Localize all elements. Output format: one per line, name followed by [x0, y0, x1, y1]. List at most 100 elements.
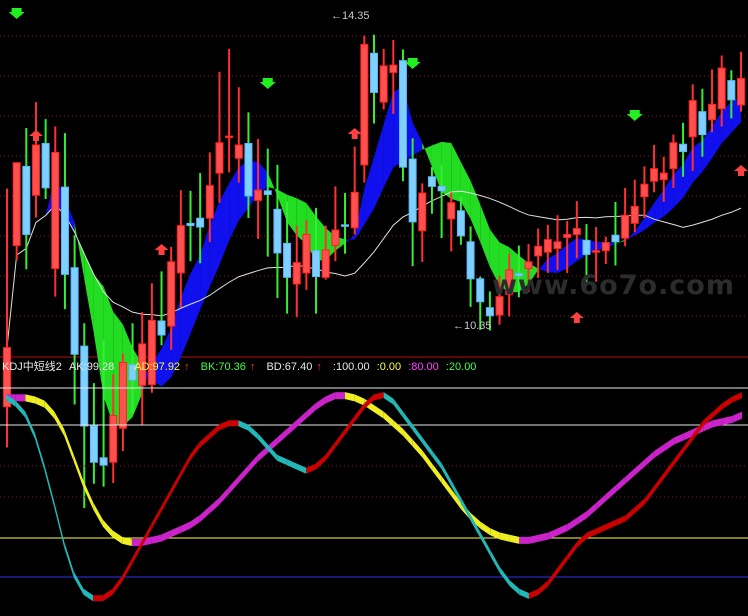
candle-body [563, 233, 572, 238]
kdj-fast-band-segment [73, 571, 84, 595]
kdj-fast-band-segment [83, 588, 94, 602]
high-price-label: ←14.35 [331, 10, 370, 22]
candle-body [427, 176, 436, 187]
candle-body [601, 242, 610, 252]
candle-body [370, 52, 378, 93]
candle-body [70, 267, 79, 355]
candle-body [360, 43, 369, 166]
kdj-fast-band-segment [645, 485, 655, 504]
kdj-slow-band-segment [325, 392, 336, 404]
ma-ribbon-segment [663, 174, 674, 217]
legend-bk: BK:70.36 ↑ [200, 361, 256, 373]
candle-body [543, 239, 552, 253]
kdj-slow-band-segment [393, 420, 404, 436]
candle-body [167, 261, 176, 327]
chart-canvas [0, 8, 748, 602]
kdj-fast-band-segment [93, 595, 103, 602]
kdj-fast-band-segment [606, 519, 617, 530]
candle-body [12, 162, 21, 247]
kdj-fast-band-segment [15, 400, 26, 418]
candle-body [611, 234, 620, 243]
kdj-fast-band-segment [674, 446, 684, 466]
candle-body [292, 262, 301, 285]
kdj-fast-band-segment [635, 498, 646, 513]
candle-body [456, 210, 465, 237]
kdj-fast-band-segment [257, 433, 268, 450]
candle-body [147, 319, 156, 386]
sell-up-arrow-icon [154, 244, 169, 255]
kdj-slow-band-segment [538, 532, 549, 542]
kdj-fast-band-segment [664, 459, 675, 479]
kdj-slow-band-segment [257, 446, 268, 462]
candle-body [650, 168, 659, 182]
candle-body [466, 241, 475, 280]
kdj-fast-band-segment [558, 554, 568, 574]
kdj-slow-band-segment [412, 439, 423, 458]
kdj-fast-band-segment [393, 398, 404, 418]
kdj-fast-band-segment [567, 541, 578, 561]
ma-ribbon-segment [412, 122, 423, 156]
legend-ak: AK:99.28 ↑ [68, 361, 124, 373]
kdj-fast-band-segment [248, 424, 258, 440]
kdj-slow-band-segment [228, 476, 239, 495]
kdj-fast-band-segment [151, 506, 161, 530]
kdj-slow-band-segment [238, 465, 249, 484]
candle-body [157, 320, 166, 336]
kdj-fast-band-segment [480, 532, 491, 556]
kdj-fast-band-segment [354, 402, 365, 422]
ma-ribbon-segment [364, 156, 374, 225]
ma-ribbon-segment [374, 124, 384, 209]
candle-body [89, 425, 98, 463]
kdj-slow-band-segment [587, 502, 597, 518]
kdj-fast-band-segment [219, 420, 229, 431]
ma-ribbon-segment [673, 164, 684, 208]
ma-ribbon-segment [200, 225, 210, 310]
kdj-slow-band-segment [606, 485, 617, 501]
kdj-fast-band-segment [587, 528, 597, 539]
kdj-slow-band-segment [654, 444, 665, 458]
kdj-fast-band-segment [528, 588, 539, 600]
candle-body [379, 65, 388, 103]
ma-ribbon-segment [567, 238, 577, 269]
kdj-slow-band-segment [25, 394, 36, 404]
kdj-fast-band-segment [616, 515, 626, 526]
candle-body [398, 60, 407, 168]
candle-body [534, 245, 543, 257]
candle-body [553, 241, 562, 249]
candle-body [31, 144, 40, 196]
legend-l20: :20.00 [445, 361, 477, 373]
kdj-fast-band-segment [160, 489, 171, 513]
kdj-slow-band-segment [15, 394, 26, 402]
kdj-slow-band-segment [635, 459, 646, 475]
ma-ribbon-segment [383, 92, 394, 188]
ma-ribbon-segment [180, 273, 191, 358]
kdj-slow-band-segment [286, 420, 297, 436]
candle-body [737, 77, 745, 106]
candle-body [283, 242, 292, 278]
kdj-fast-band-segment [577, 532, 588, 548]
kdj-slow-band-segment [354, 394, 365, 406]
candle-body [679, 143, 688, 153]
candle-body [708, 103, 717, 121]
candle-body [582, 239, 591, 255]
candle-body [524, 261, 533, 269]
ma-ribbon-segment [480, 204, 490, 267]
kdj-slow-band-segment [219, 487, 229, 505]
legend-l0: :0.00 [376, 361, 402, 373]
kdj-fast-band-segment [509, 580, 520, 595]
sell-up-arrow-icon [569, 312, 584, 323]
indicator-title: KDJ中短线2 [2, 361, 62, 373]
kdj-slow-band-segment [306, 402, 316, 419]
candle-body [572, 228, 581, 235]
kdj-slow-band-segment [44, 400, 55, 419]
kdj-slow-band-segment [344, 392, 355, 402]
legend-bd: BD:67.40 ↑ [266, 361, 322, 373]
candle-body [321, 249, 330, 278]
kdj-slow-band-segment [102, 519, 113, 538]
kdj-slow-band-segment [248, 454, 258, 473]
kdj-slow-band-segment [722, 415, 733, 426]
candle-body [592, 250, 601, 253]
kdj-slow-band-segment [35, 396, 45, 408]
kdj-slow-band-segment [277, 428, 287, 445]
kdj-fast-band-segment [102, 588, 113, 602]
